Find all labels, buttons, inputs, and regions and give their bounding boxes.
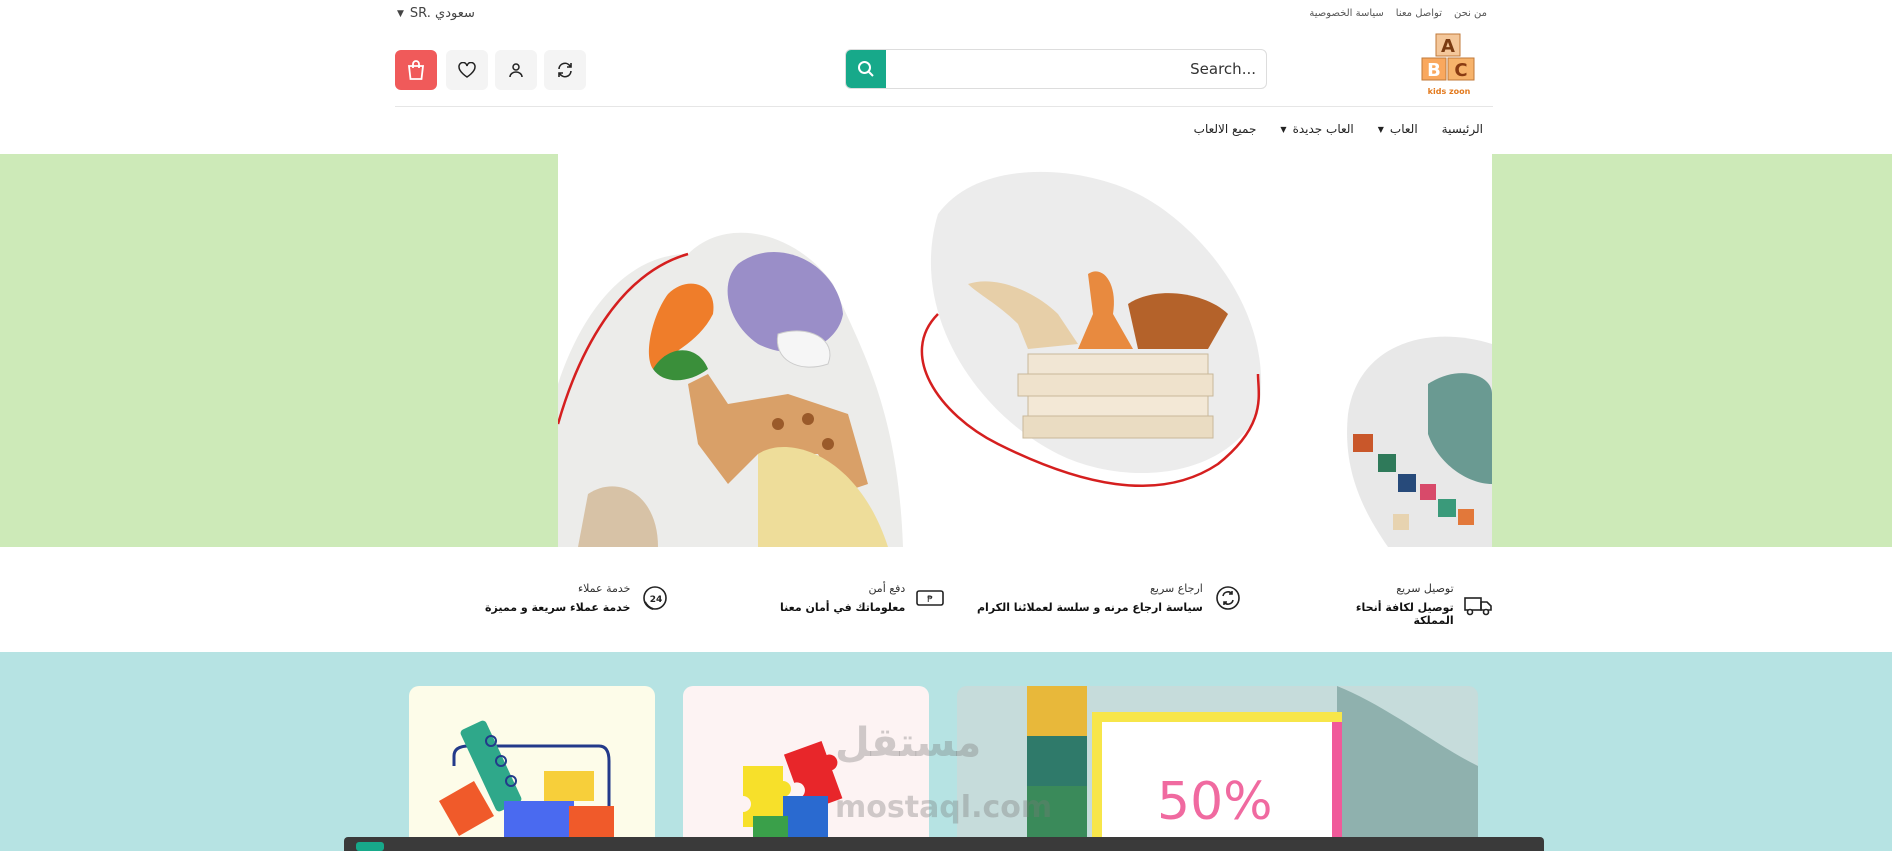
- svg-text:24: 24: [650, 595, 663, 605]
- discount-text: 50%: [1157, 772, 1273, 832]
- cart-button[interactable]: [395, 50, 437, 90]
- currency-label: SR. سعودي: [409, 6, 475, 21]
- hero-slider: [0, 154, 1892, 547]
- payment-icon: ₱: [915, 583, 945, 613]
- compare-button[interactable]: [544, 50, 586, 90]
- link-about[interactable]: من نحن: [1454, 8, 1487, 19]
- nav-item-all-toys[interactable]: جميع الالعاب: [1194, 118, 1257, 140]
- nav-item-toys[interactable]: العاب ▼: [1378, 118, 1418, 140]
- banner-discount[interactable]: 50%: [957, 686, 1478, 851]
- return-icon: [1213, 583, 1243, 613]
- banner-blocks[interactable]: [409, 686, 655, 851]
- currency-selector[interactable]: ▼ SR. سعودي: [397, 6, 475, 21]
- chevron-down-icon: ▼: [1377, 124, 1384, 134]
- main-nav: الرئيسية العاب ▼ العاب جديدة ▼ جميع الالعا…: [395, 118, 1483, 140]
- top-bar: ▼ SR. سعودي من نحن تواصل معنا سياسة الخص…: [395, 6, 1493, 26]
- svg-text:kids zoon: kids zoon: [1428, 87, 1471, 96]
- support-24-icon: 24: [640, 583, 670, 613]
- chevron-down-icon: ▼: [397, 8, 404, 19]
- hero-illustration: [558, 171, 1492, 547]
- cart-icon: [407, 60, 425, 80]
- feature-desc: توصيل لكافة أنحاء المملكة: [1355, 601, 1454, 627]
- watermark-url: mostaql.com: [835, 790, 1053, 825]
- nav-item-home[interactable]: الرئيسية: [1442, 118, 1483, 140]
- feature-customer-service: 24 خدمة عملاء خدمة عملاء سريعة و مميزة: [485, 582, 670, 614]
- feature-title: دفع أمن: [868, 582, 906, 595]
- top-links: من نحن تواصل معنا سياسة الخصوصية: [1309, 8, 1487, 19]
- link-privacy[interactable]: سياسة الخصوصية: [1309, 8, 1383, 19]
- features-row: توصيل سريع توصيل لكافة أنحاء المملكة ارج…: [395, 582, 1493, 632]
- nav-item-new-toys[interactable]: العاب جديدة ▼: [1280, 118, 1353, 140]
- bottom-toolbar[interactable]: [344, 837, 1544, 851]
- feature-desc: معلوماتك في أمان معنا: [780, 601, 906, 614]
- watermark-text: مستقل: [835, 720, 982, 766]
- heart-icon: [458, 62, 476, 78]
- svg-text:B: B: [1427, 60, 1441, 81]
- truck-icon: [1464, 590, 1493, 620]
- feature-desc: خدمة عملاء سريعة و مميزة: [485, 601, 631, 614]
- feature-title: ارجاع سريع: [1150, 582, 1203, 595]
- chevron-down-icon: ▼: [1280, 124, 1287, 134]
- feature-fast-return: ارجاع سريع سياسة ارجاع مرنه و سلسة لعملا…: [977, 582, 1243, 614]
- feature-desc: سياسة ارجاع مرنه و سلسة لعملائنا الكرام: [977, 601, 1203, 614]
- feature-secure-payment: ₱ دفع أمن معلوماتك في أمان معنا: [780, 582, 945, 614]
- blocks-illustration: [439, 720, 614, 851]
- user-icon: [509, 63, 523, 78]
- feature-fast-delivery: توصيل سريع توصيل لكافة أنحاء المملكة: [1315, 582, 1493, 627]
- toolbar-accent: [356, 842, 384, 851]
- logo[interactable]: A B C kids zoon: [1420, 32, 1478, 102]
- puzzle-illustration: [743, 740, 843, 851]
- hero-banner[interactable]: [558, 154, 1492, 547]
- svg-text:₱: ₱: [927, 595, 933, 605]
- abc-blocks-logo: A B C kids zoon: [1421, 33, 1475, 96]
- search-input[interactable]: [886, 50, 1266, 88]
- refresh-icon: [558, 62, 572, 78]
- account-button[interactable]: [495, 50, 537, 90]
- svg-text:A: A: [1441, 36, 1455, 57]
- header: A B C kids zoon: [395, 30, 1493, 106]
- wishlist-button[interactable]: [446, 50, 488, 90]
- search-bar: [845, 49, 1267, 89]
- banner-puzzles[interactable]: [683, 686, 929, 851]
- feature-title: توصيل سريع: [1396, 582, 1454, 595]
- svg-text:C: C: [1454, 60, 1467, 81]
- header-divider: [395, 106, 1493, 107]
- search-button[interactable]: [846, 50, 886, 88]
- category-banners: 50% مستقل mostaql.com: [0, 652, 1892, 851]
- link-contact[interactable]: تواصل معنا: [1396, 8, 1442, 19]
- search-icon: [858, 61, 874, 77]
- feature-title: خدمة عملاء: [577, 582, 631, 595]
